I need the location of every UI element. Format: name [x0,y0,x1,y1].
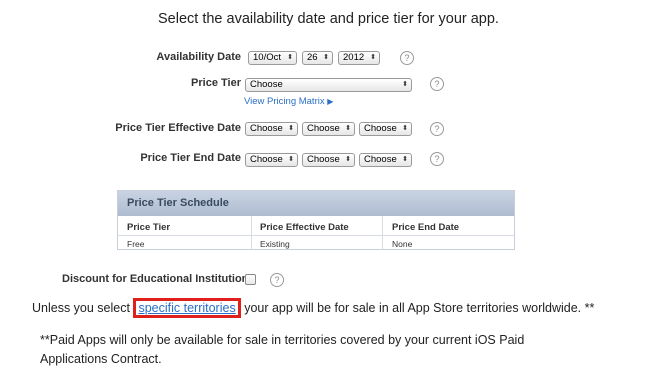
price-tier-schedule-table: Price Tier Schedule Price Tier Price Eff… [117,190,515,250]
effective-year-select[interactable]: Choose ⬍ [359,122,412,136]
availability-day-select[interactable]: 26 ⬍ [302,51,333,65]
price-tier-select[interactable]: Choose ⬍ [245,78,412,92]
effective-date-label: Price Tier Effective Date [115,122,241,134]
end-month-select[interactable]: Choose ⬍ [245,153,298,167]
paid-apps-note: **Paid Apps will only be available for s… [40,331,524,369]
territories-text-before: Unless you select [32,301,130,315]
column-header-effective-date: Price Effective Date [260,222,349,233]
table-cell-end-date: None [392,239,413,249]
table-divider [118,235,514,236]
price-tier-value: Choose [250,79,283,90]
discount-help-icon[interactable]: ? [270,273,284,287]
availability-month-value: 10/Oct [253,52,281,63]
effective-date-help-icon[interactable]: ? [430,122,444,136]
availability-year-value: 2012 [343,52,365,63]
price-tier-label: Price Tier [191,77,241,89]
page-heading: Select the availability date and price t… [158,11,499,27]
select-arrow-icon: ⬍ [287,54,293,61]
educational-discount-checkbox[interactable] [245,274,256,285]
column-divider [382,216,383,249]
availability-day-value: 26 [307,52,318,63]
select-arrow-icon: ⬍ [288,125,294,132]
paid-apps-note-line2: Applications Contract. [40,352,162,366]
column-divider [251,216,252,249]
effective-day-value: Choose [307,123,340,134]
view-pricing-matrix-label: View Pricing Matrix [244,96,325,107]
price-tier-help-icon[interactable]: ? [430,77,444,91]
select-arrow-icon: ⬍ [323,54,329,61]
effective-day-select[interactable]: Choose ⬍ [302,122,355,136]
paid-apps-note-line1: **Paid Apps will only be available for s… [40,333,525,347]
end-year-value: Choose [364,154,397,165]
end-date-label: Price Tier End Date [140,152,241,164]
column-header-end-date: Price End Date [392,222,460,233]
effective-month-select[interactable]: Choose ⬍ [245,122,298,136]
select-arrow-icon: ⬍ [345,156,351,163]
select-arrow-icon: ⬍ [402,156,408,163]
specific-territories-link[interactable]: specific territories [133,298,241,318]
select-arrow-icon: ⬍ [402,81,408,88]
territories-sentence: Unless you select specific territories y… [32,298,594,318]
column-header-price-tier: Price Tier [127,222,171,233]
schedule-table-title: Price Tier Schedule [118,191,514,216]
end-day-value: Choose [307,154,340,165]
select-arrow-icon: ⬍ [370,54,376,61]
play-arrow-icon: ▶ [327,97,334,106]
availability-year-select[interactable]: 2012 ⬍ [338,51,380,65]
effective-year-value: Choose [364,123,397,134]
view-pricing-matrix-link[interactable]: View Pricing Matrix ▶ [244,96,333,107]
effective-month-value: Choose [250,123,283,134]
table-cell-price-tier: Free [127,239,145,249]
table-cell-effective-date: Existing [260,239,290,249]
availability-month-select[interactable]: 10/Oct ⬍ [248,51,297,65]
availability-date-label: Availability Date [156,51,241,63]
select-arrow-icon: ⬍ [402,125,408,132]
territories-text-after: your app will be for sale in all App Sto… [244,301,595,315]
end-date-help-icon[interactable]: ? [430,152,444,166]
end-month-value: Choose [250,154,283,165]
educational-discount-label: Discount for Educational Institutions [62,273,255,285]
select-arrow-icon: ⬍ [288,156,294,163]
end-year-select[interactable]: Choose ⬍ [359,153,412,167]
end-day-select[interactable]: Choose ⬍ [302,153,355,167]
select-arrow-icon: ⬍ [345,125,351,132]
availability-help-icon[interactable]: ? [400,51,414,65]
